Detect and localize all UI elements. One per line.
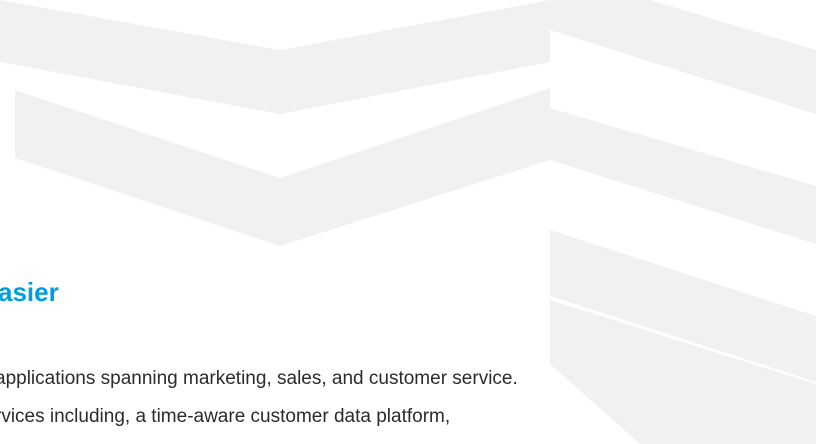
content-section: asier applications spanning marketing, s…	[0, 0, 816, 444]
paragraph-line: applications spanning marketing, sales, …	[0, 368, 518, 389]
section-heading: asier	[0, 277, 59, 307]
paragraph-line: rvices including, a time-aware customer …	[0, 406, 451, 427]
